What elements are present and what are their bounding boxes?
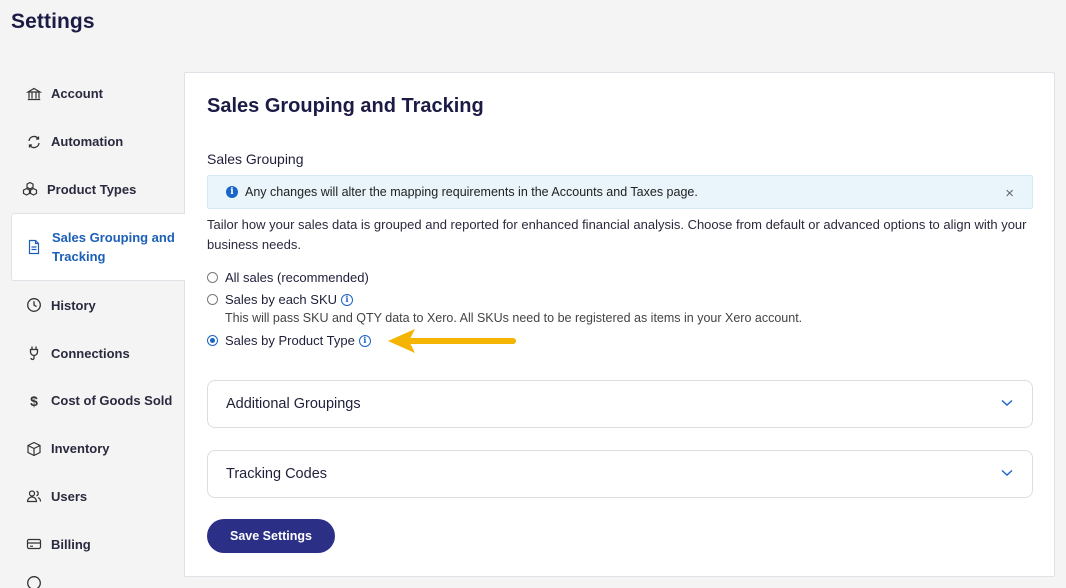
sync-icon bbox=[25, 133, 43, 151]
sidebar-item-inventory[interactable]: Inventory bbox=[0, 425, 185, 473]
accordion-tracking-codes[interactable]: Tracking Codes bbox=[207, 450, 1033, 498]
sidebar-item-label: Account bbox=[51, 86, 103, 102]
sidebar-item-label: Product Types bbox=[47, 181, 137, 197]
info-icon[interactable]: i bbox=[341, 293, 354, 306]
sidebar-item-label: Users bbox=[51, 488, 88, 504]
sidebar-item-label: Inventory bbox=[51, 441, 110, 457]
sidebar-item-account[interactable]: Account bbox=[0, 70, 185, 118]
cubes-icon bbox=[21, 180, 39, 198]
chevron-down-icon bbox=[1001, 399, 1013, 406]
option-all-sales[interactable]: All sales (recommended) bbox=[207, 270, 369, 285]
section-label: Sales Grouping bbox=[207, 151, 304, 167]
sidebar-item-more[interactable] bbox=[0, 568, 185, 588]
sidebar-item-label: Connections bbox=[51, 345, 130, 361]
alert-text: Any changes will alter the mapping requi… bbox=[245, 185, 698, 199]
option-sales-by-sku[interactable]: Sales by each SKU i bbox=[207, 292, 354, 307]
chevron-down-icon bbox=[1001, 469, 1013, 476]
more-icon bbox=[25, 574, 43, 588]
radio-button[interactable] bbox=[207, 272, 218, 283]
radio-button[interactable] bbox=[207, 294, 218, 305]
document-icon bbox=[25, 238, 43, 256]
sidebar-item-cost-of-goods-sold[interactable]: $ Cost of Goods Sold bbox=[0, 377, 185, 425]
sidebar-item-automation[interactable]: Automation bbox=[0, 118, 185, 166]
clock-icon bbox=[25, 296, 43, 314]
bank-icon bbox=[25, 85, 43, 103]
info-icon: i bbox=[226, 186, 238, 198]
arrow-icon bbox=[388, 329, 516, 353]
accordion-additional-groupings[interactable]: Additional Groupings bbox=[207, 380, 1033, 428]
sidebar-item-billing[interactable]: Billing bbox=[0, 520, 185, 568]
sidebar-item-label: Cost of Goods Sold bbox=[51, 393, 173, 409]
users-icon bbox=[25, 487, 43, 505]
page-title: Settings bbox=[11, 10, 95, 33]
sidebar-item-label: History bbox=[51, 297, 96, 313]
sidebar-item-connections[interactable]: Connections bbox=[0, 329, 185, 377]
info-icon[interactable]: i bbox=[358, 334, 371, 347]
sidebar-item-product-types[interactable]: Product Types bbox=[0, 166, 185, 214]
accordion-label: Additional Groupings bbox=[226, 396, 361, 412]
option-sales-by-product-type[interactable]: Sales by Product Type i bbox=[207, 333, 371, 348]
option-label: Sales by Product Type bbox=[225, 333, 355, 348]
box-icon bbox=[25, 440, 43, 458]
dollar-icon: $ bbox=[30, 392, 38, 409]
option-note: This will pass SKU and QTY data to Xero.… bbox=[225, 311, 803, 325]
close-icon[interactable]: × bbox=[1005, 185, 1014, 202]
settings-sidebar: Account Automation Product Types Sales G… bbox=[0, 70, 185, 588]
sidebar-item-label: Sales Grouping and Tracking bbox=[52, 230, 175, 265]
sidebar-item-label: Automation bbox=[51, 134, 124, 150]
save-settings-button[interactable]: Save Settings bbox=[207, 519, 335, 553]
panel-title: Sales Grouping and Tracking bbox=[207, 95, 484, 117]
sidebar-item-sales-grouping[interactable]: Sales Grouping and Tracking bbox=[11, 213, 185, 282]
description: Tailor how your sales data is grouped an… bbox=[207, 217, 1027, 252]
sidebar-item-label: Billing bbox=[51, 536, 91, 552]
accordion-label: Tracking Codes bbox=[226, 466, 328, 482]
radio-button[interactable] bbox=[207, 335, 218, 346]
sidebar-item-users[interactable]: Users bbox=[0, 473, 185, 521]
plug-icon bbox=[25, 344, 43, 362]
option-label: All sales (recommended) bbox=[225, 270, 369, 285]
sidebar-item-history[interactable]: History bbox=[0, 281, 185, 329]
settings-panel: Sales Grouping and Tracking Sales Groupi… bbox=[184, 72, 1055, 577]
credit-card-icon bbox=[25, 535, 43, 553]
info-alert: i Any changes will alter the mapping req… bbox=[207, 175, 1033, 209]
option-label: Sales by each SKU bbox=[225, 292, 338, 307]
